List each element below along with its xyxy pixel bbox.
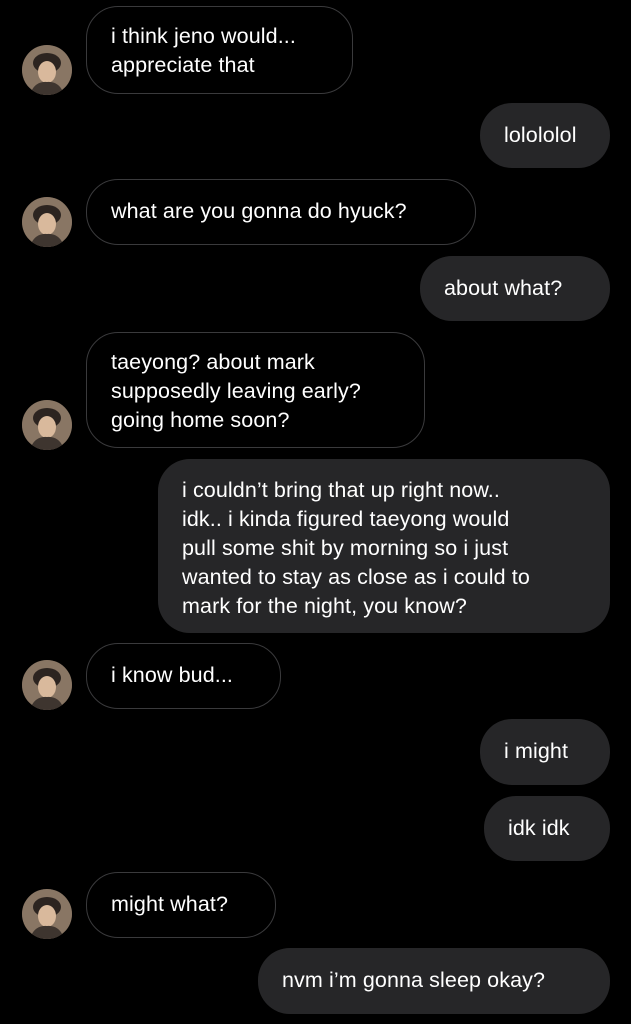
message-text: i know bud... [111,663,234,687]
message-bubble-outgoing[interactable]: about what? [420,256,610,321]
message-text: idk idk [508,816,570,840]
message-text: about what? [444,276,563,300]
avatar-photo-icon [22,45,72,95]
message-bubble-incoming[interactable]: taeyong? about mark supposedly leaving e… [86,332,425,448]
message-bubble-incoming[interactable]: might what? [86,872,276,938]
message-bubble-outgoing[interactable]: lolololol [480,103,610,168]
message-bubble-incoming[interactable]: i know bud... [86,643,281,709]
avatar-photo-icon [22,400,72,450]
message-text: i think jeno would... appreciate that [111,24,296,77]
message-bubble-incoming[interactable]: i think jeno would... appreciate that [86,6,353,94]
message-bubble-outgoing[interactable]: nvm i’m gonna sleep okay? [258,948,610,1014]
contact-avatar[interactable] [22,400,72,450]
contact-avatar[interactable] [22,197,72,247]
contact-avatar[interactable] [22,660,72,710]
avatar-photo-icon [22,660,72,710]
message-text: what are you gonna do hyuck? [111,199,407,223]
message-text: lolololol [504,123,577,147]
message-text: taeyong? about mark supposedly leaving e… [111,350,361,432]
message-text: might what? [111,892,229,916]
avatar-photo-icon [22,889,72,939]
message-bubble-outgoing[interactable]: idk idk [484,796,610,861]
message-bubble-outgoing[interactable]: i might [480,719,610,785]
contact-avatar[interactable] [22,889,72,939]
contact-avatar[interactable] [22,45,72,95]
chat-screen: { "messages": [ {"sender": "them", "text… [0,0,631,1024]
message-text: i might [504,739,569,763]
message-bubble-outgoing[interactable]: i couldn’t bring that up right now.. idk… [158,459,610,633]
message-text: nvm i’m gonna sleep okay? [282,968,546,992]
message-text: i couldn’t bring that up right now.. idk… [182,478,530,618]
avatar-photo-icon [22,197,72,247]
message-bubble-incoming[interactable]: what are you gonna do hyuck? [86,179,476,245]
